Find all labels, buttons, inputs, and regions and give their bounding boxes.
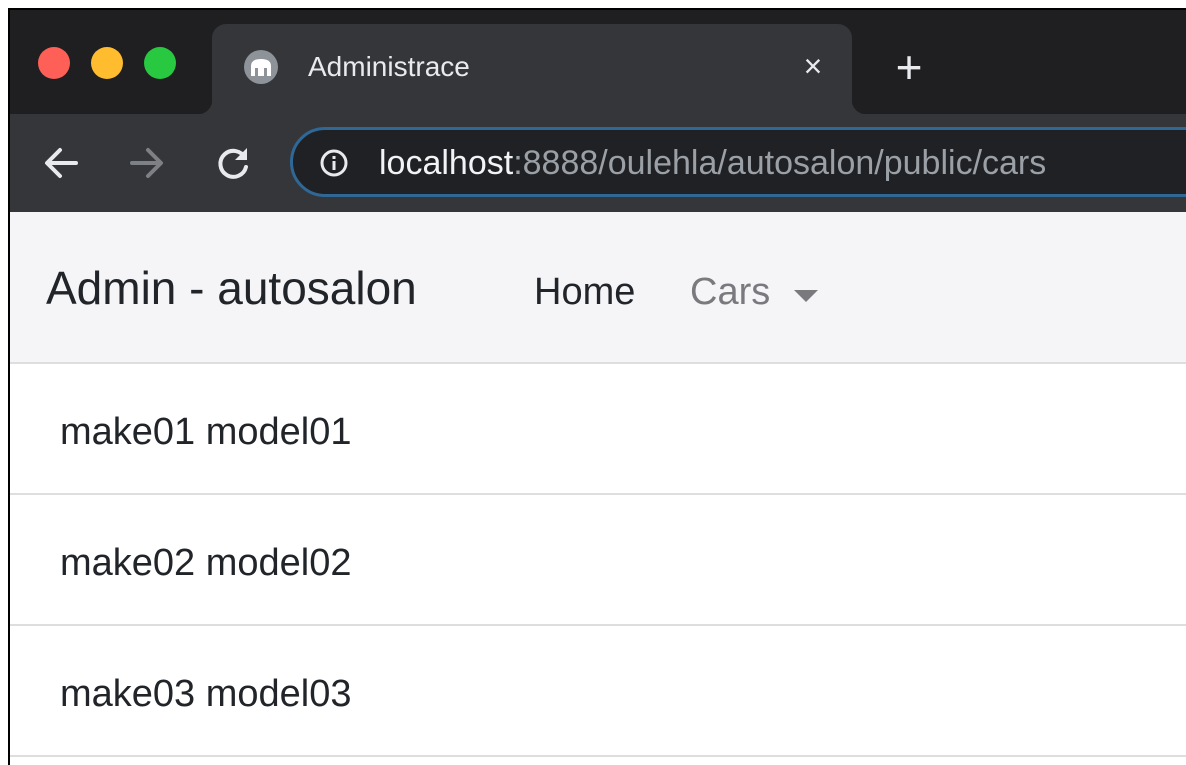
window-zoom-button[interactable]: [144, 47, 176, 79]
reload-icon: [218, 148, 248, 179]
browser-window: Administrace × + localhost:8888/oulehla/…: [10, 10, 1186, 765]
site-favicon-icon: [244, 50, 278, 84]
list-item[interactable]: make02 model02: [10, 495, 1186, 626]
nav-dropdown-cars[interactable]: Cars: [690, 270, 818, 314]
tab-strip: Administrace × +: [10, 10, 1186, 114]
browser-tab[interactable]: Administrace ×: [198, 24, 866, 114]
car-list: make01 model01 make02 model02 make03 mod…: [10, 364, 1186, 757]
car-label: make01 model01: [60, 411, 352, 453]
info-icon[interactable]: [319, 148, 349, 178]
address-bar[interactable]: localhost:8888/oulehla/autosalon/public/…: [290, 127, 1186, 197]
url-text[interactable]: localhost:8888/oulehla/autosalon/public/…: [379, 143, 1046, 183]
forward-button[interactable]: [122, 138, 172, 188]
arrow-right-icon: [130, 148, 163, 178]
nav-link-home[interactable]: Home: [534, 270, 635, 314]
browser-toolbar: localhost:8888/oulehla/autosalon/public/…: [10, 114, 1186, 212]
navbar-brand[interactable]: Admin - autosalon: [46, 262, 417, 314]
window-close-button[interactable]: [38, 47, 70, 79]
car-label: make03 model03: [60, 673, 352, 715]
arrow-left-icon: [45, 148, 78, 178]
back-button[interactable]: [36, 138, 86, 188]
reload-button[interactable]: [208, 138, 258, 188]
tab-close-button[interactable]: ×: [796, 49, 830, 83]
site-navbar: Admin - autosalon Home Cars: [10, 212, 1186, 364]
new-tab-button[interactable]: +: [888, 44, 930, 90]
url-host: localhost: [379, 144, 514, 182]
nav-dropdown-cars-label: Cars: [690, 271, 771, 313]
car-label: make02 model02: [60, 542, 352, 584]
list-item[interactable]: make01 model01: [10, 364, 1186, 495]
list-item[interactable]: make03 model03: [10, 626, 1186, 757]
window-minimize-button[interactable]: [91, 47, 123, 79]
caret-down-icon: [794, 290, 818, 302]
tab-title: Administrace: [308, 51, 470, 82]
url-path: :8888/oulehla/autosalon/public/cars: [513, 144, 1047, 182]
